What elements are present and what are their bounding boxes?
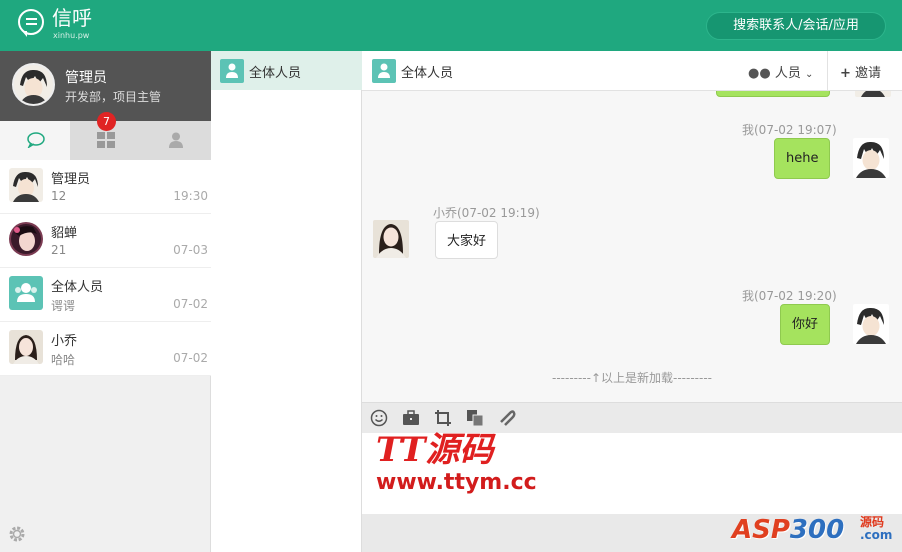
chat-name: 管理员 [51,172,91,187]
avatar [9,168,43,202]
list-item[interactable]: 貂蝉 21 07-03 [0,214,211,268]
tab-contacts[interactable] [140,121,210,160]
left-tabs: 7 [0,112,211,160]
tt-watermark-logo: TT源码 [376,430,494,470]
tab-chats[interactable] [0,121,70,160]
app-header: 信呼 xinhu.pw 搜索联系人/会话/应用 [0,0,902,51]
group-icon [9,276,43,310]
list-item[interactable]: 小乔 哈哈 07-02 [0,322,211,376]
tt-watermark-url: www.ttym.cc [376,470,537,495]
invite-button[interactable]: + 邀请 [840,62,881,81]
message-area: 我(07-02 19:07) hehe 小乔(07-02 19:19) 大家好 … [362,91,902,402]
group-icon [220,59,244,83]
chat-name: 小乔 [51,334,78,349]
members-dropdown[interactable]: ●● 人员 ⌄ [748,62,813,81]
chat-name: 貂蝉 [51,226,78,241]
chat-title: 全体人员 [401,66,454,81]
crop-icon[interactable] [434,409,452,427]
divider [827,51,828,91]
brand-name: 信呼 [52,6,92,30]
message-meta: 小乔(07-02 19:19) [433,206,540,220]
gear-icon[interactable] [8,525,26,543]
members-label: 人员 [774,66,801,81]
profile-name: 管理员 [65,70,107,86]
chevron-down-icon: ⌄ [804,69,814,80]
copy-icon[interactable] [466,409,484,427]
chat-time: 19:30 [173,189,208,203]
chat-bubble-icon [27,132,45,148]
chat-preview: 谔谔 [51,299,76,313]
list-item[interactable]: 管理员 12 19:30 [0,160,211,214]
chat-time: 07-03 [173,243,208,257]
search-button[interactable]: 搜索联系人/会话/应用 [706,12,886,40]
asp300-watermark: ASP300 [732,515,845,545]
open-chat-label: 全体人员 [249,66,302,81]
chat-header: 全体人员 ●● 人员 ⌄ + 邀请 [362,51,902,91]
group-icon [372,59,396,83]
profile-dept: 开发部，项目主管 [65,90,162,104]
chat-time: 07-02 [173,297,208,311]
message-bubble: 你好 [780,304,831,345]
chat-preview: 21 [51,243,67,257]
invite-label: 邀请 [855,66,882,81]
apps-grid-icon [97,132,115,148]
message-meta: 我(07-02 19:20) [742,289,837,303]
users-icon: ●● [748,66,771,81]
list-item[interactable]: 全体人员 谔谔 07-02 [0,268,211,322]
chat-preview: 哈哈 [51,353,76,367]
avatar [855,91,891,97]
message-meta: 我(07-02 19:07) [742,123,837,137]
chat-preview: 12 [51,189,67,203]
new-loaded-divider: ---------↑以上是新加载--------- [552,371,712,385]
user-icon [169,132,183,148]
chat-logo-icon [18,9,44,37]
briefcase-icon[interactable] [402,409,420,427]
message-bubble-partial [716,91,830,97]
avatar [853,138,889,178]
attach-icon[interactable] [498,409,516,427]
avatar [853,304,889,344]
message-bubble: hehe [774,138,831,179]
plus-icon: + [840,66,851,81]
input-toolbar [362,402,902,433]
emoji-icon[interactable] [370,409,388,427]
middle-panel: 全体人员 [211,51,362,552]
chat-time: 07-02 [173,351,208,365]
avatar[interactable] [12,63,55,106]
avatar [373,220,409,258]
apps-badge: 7 [97,112,116,131]
chat-list: 管理员 12 19:30 貂蝉 21 07-03 全体人员 谔谔 07-02 小… [0,160,211,376]
asp300-watermark-suffix: 源码 .com [860,515,893,542]
avatar [9,330,43,364]
brand-subtitle: xinhu.pw [53,31,90,40]
message-bubble: 大家好 [435,221,499,259]
chat-name: 全体人员 [51,280,104,295]
left-panel: 管理员 开发部，项目主管 7 管理员 12 19:30 貂蝉 21 07-03 … [0,51,211,552]
open-chat-tab[interactable]: 全体人员 [211,51,362,90]
profile-card[interactable]: 管理员 开发部，项目主管 [0,51,211,121]
avatar [9,222,43,256]
